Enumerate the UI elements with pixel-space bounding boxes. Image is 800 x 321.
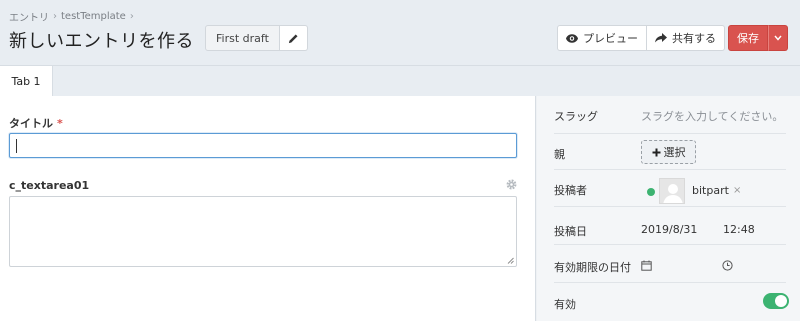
toggle-knob bbox=[775, 295, 787, 307]
draft-group: First draft bbox=[205, 25, 308, 51]
preview-label: プレビュー bbox=[583, 32, 638, 45]
save-options-button[interactable] bbox=[768, 25, 788, 51]
title-field-label: タイトル * bbox=[9, 115, 63, 131]
text-cursor bbox=[16, 139, 17, 153]
preview-button[interactable]: プレビュー bbox=[557, 25, 647, 51]
eye-icon bbox=[566, 33, 578, 43]
breadcrumb: エントリ › testTemplate › bbox=[9, 9, 134, 24]
edit-draft-button[interactable] bbox=[279, 25, 308, 51]
breadcrumb-item-entries[interactable]: エントリ bbox=[9, 9, 49, 24]
author-name: bitpart bbox=[692, 184, 729, 197]
select-label: 選択 bbox=[663, 146, 686, 159]
breadcrumb-separator: › bbox=[53, 11, 57, 22]
save-button[interactable]: 保存 bbox=[728, 25, 768, 51]
action-buttons: プレビュー 共有する bbox=[557, 25, 725, 51]
title-input[interactable] bbox=[9, 133, 517, 158]
remove-author-button[interactable]: × bbox=[733, 185, 741, 196]
select-parent-button[interactable]: 選択 bbox=[641, 140, 696, 164]
author-label: 投稿者 bbox=[554, 184, 587, 197]
user-placeholder-icon bbox=[663, 184, 683, 203]
side-panel: スラッグ スラグを入力してください。 親 選択 投稿者 bitpart × 投稿… bbox=[537, 96, 800, 321]
calendar-icon[interactable] bbox=[641, 260, 652, 271]
plus-icon bbox=[652, 148, 660, 156]
resize-handle-icon[interactable] bbox=[507, 257, 514, 264]
post-date-label: 投稿日 bbox=[554, 225, 587, 238]
online-status-dot bbox=[647, 188, 655, 196]
breadcrumb-separator: › bbox=[129, 11, 134, 22]
chevron-down-icon bbox=[774, 35, 782, 41]
active-toggle[interactable] bbox=[763, 293, 789, 309]
tab-1[interactable]: Tab 1 bbox=[0, 66, 53, 96]
active-label: 有効 bbox=[554, 298, 576, 311]
parent-label: 親 bbox=[554, 148, 565, 161]
tab-bar: Tab 1 bbox=[0, 66, 800, 96]
main-form: タイトル * c_textarea01 bbox=[0, 96, 536, 321]
share-arrow-icon bbox=[655, 33, 667, 43]
slug-label: スラッグ bbox=[554, 110, 598, 123]
share-button[interactable]: 共有する bbox=[647, 25, 725, 51]
page-title: 新しいエントリを作る bbox=[9, 31, 194, 52]
textarea-input[interactable] bbox=[9, 196, 517, 267]
avatar bbox=[659, 178, 685, 204]
slug-input[interactable]: スラグを入力してください。 bbox=[641, 108, 783, 124]
expiry-label: 有効期限の日付 bbox=[554, 261, 631, 274]
save-group: 保存 bbox=[728, 25, 788, 51]
breadcrumb-item-template[interactable]: testTemplate bbox=[61, 11, 126, 22]
post-date-input[interactable]: 2019/8/31 bbox=[641, 223, 697, 236]
title-label-text: タイトル bbox=[9, 117, 53, 130]
post-time-input[interactable]: 12:48 bbox=[723, 223, 755, 236]
gear-icon[interactable] bbox=[506, 179, 517, 190]
pencil-icon bbox=[288, 33, 298, 43]
draft-label: First draft bbox=[205, 25, 280, 51]
header: エントリ › testTemplate › 新しいエントリを作る First d… bbox=[0, 0, 800, 66]
textarea-field-label: c_textarea01 bbox=[9, 179, 90, 192]
clock-icon[interactable] bbox=[722, 260, 733, 271]
share-label: 共有する bbox=[672, 32, 716, 45]
expiry-row: 有効期限の日付 bbox=[554, 245, 786, 283]
required-mark: * bbox=[57, 117, 63, 130]
active-row: 有効 bbox=[554, 283, 786, 321]
